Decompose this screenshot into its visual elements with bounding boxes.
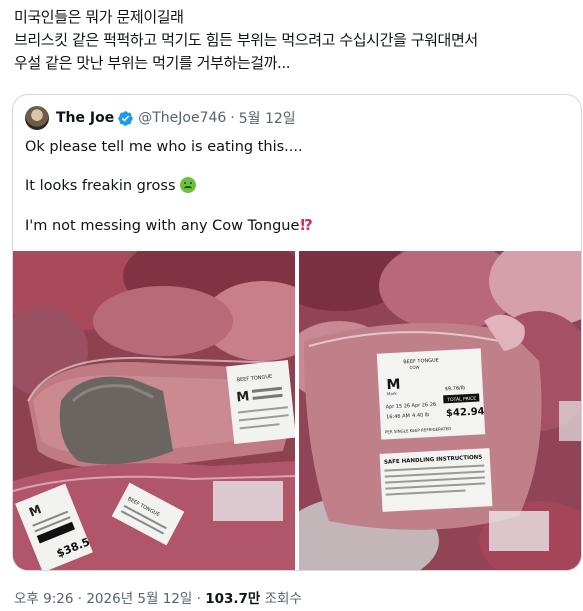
quote-line-3: I'm not messing with any Cow Tongue⁉ [25, 215, 313, 236]
post-date[interactable]: 2026년 5월 12일 [86, 591, 192, 607]
photo-left[interactable]: BEEF TONGUE M M $38.5 BEEF TONGUE [13, 251, 295, 570]
post-line-3: 우설 같은 맛난 부위는 먹기를 거부하는걸까... [14, 54, 291, 72]
right-label-total: $42.94 [446, 406, 485, 419]
quoted-tweet-date[interactable]: 5월 12일 [239, 108, 296, 128]
quote-line-3-text: I'm not messing with any Cow Tongue [25, 218, 300, 234]
handle[interactable]: @TheJoe746 [138, 110, 226, 126]
verified-badge-icon [118, 110, 133, 126]
view-count-label: 조회수 [264, 591, 302, 607]
quoted-tweet[interactable]: The Joe @TheJoe746 · 5월 12일 Ok please te… [12, 94, 582, 571]
right-label-time: 16:46 AM [386, 413, 410, 420]
quote-line-2: It looks freakin gross [25, 176, 313, 196]
left-label-brand: M [236, 389, 250, 405]
right-label-weight: 4.40 lb [412, 412, 430, 419]
post-time[interactable]: 오후 9:26 [14, 591, 73, 607]
avatar[interactable] [25, 106, 49, 130]
footer-separator-1: · [77, 591, 83, 607]
right-label-date2: Apr 26 26 [411, 402, 436, 409]
quoted-tweet-header: The Joe @TheJoe746 · 5월 12일 [25, 105, 296, 131]
nauseated-face-emoji [179, 177, 196, 193]
tweet-footer: 오후 9:26 · 2026년 5월 12일 · 103.7만 조회수 [14, 587, 302, 607]
photo-right[interactable]: BEEF TONGUE COW M Mark Apr 15 26 Apr 26 … [299, 251, 581, 570]
display-name[interactable]: The Joe [56, 110, 114, 126]
view-count: 103.7만 [205, 591, 261, 607]
separator-dot: · [230, 110, 235, 126]
footer-separator-2: · [196, 591, 201, 607]
right-label-brand-sub: Mark [387, 391, 398, 397]
quoted-tweet-text: Ok please tell me who is eating this....… [25, 137, 313, 236]
post-line-1: 미국인들은 뭐가 문제이길래 [14, 8, 184, 26]
media-grid: BEEF TONGUE M M $38.5 BEEF TONGUE BEEF T… [13, 251, 581, 570]
post-line-2: 브리스킷 같은 퍽퍽하고 먹기도 힘든 부위는 먹으려고 수십시간을 구워대면서 [14, 31, 478, 49]
quote-line-1: Ok please tell me who is eating this.... [25, 139, 303, 155]
interrobang-emoji: ⁉ [300, 216, 313, 234]
quote-line-2-text: It looks freakin gross [25, 178, 176, 194]
post-text: 미국인들은 뭐가 문제이길래 브리스킷 같은 퍽퍽하고 먹기도 힘든 부위는 먹… [14, 6, 574, 75]
right-label-sub: COW [409, 365, 419, 371]
right-label-date1: Apr 15 26 [385, 403, 410, 410]
right-label-unit-price: $9.76/lb [445, 385, 466, 392]
